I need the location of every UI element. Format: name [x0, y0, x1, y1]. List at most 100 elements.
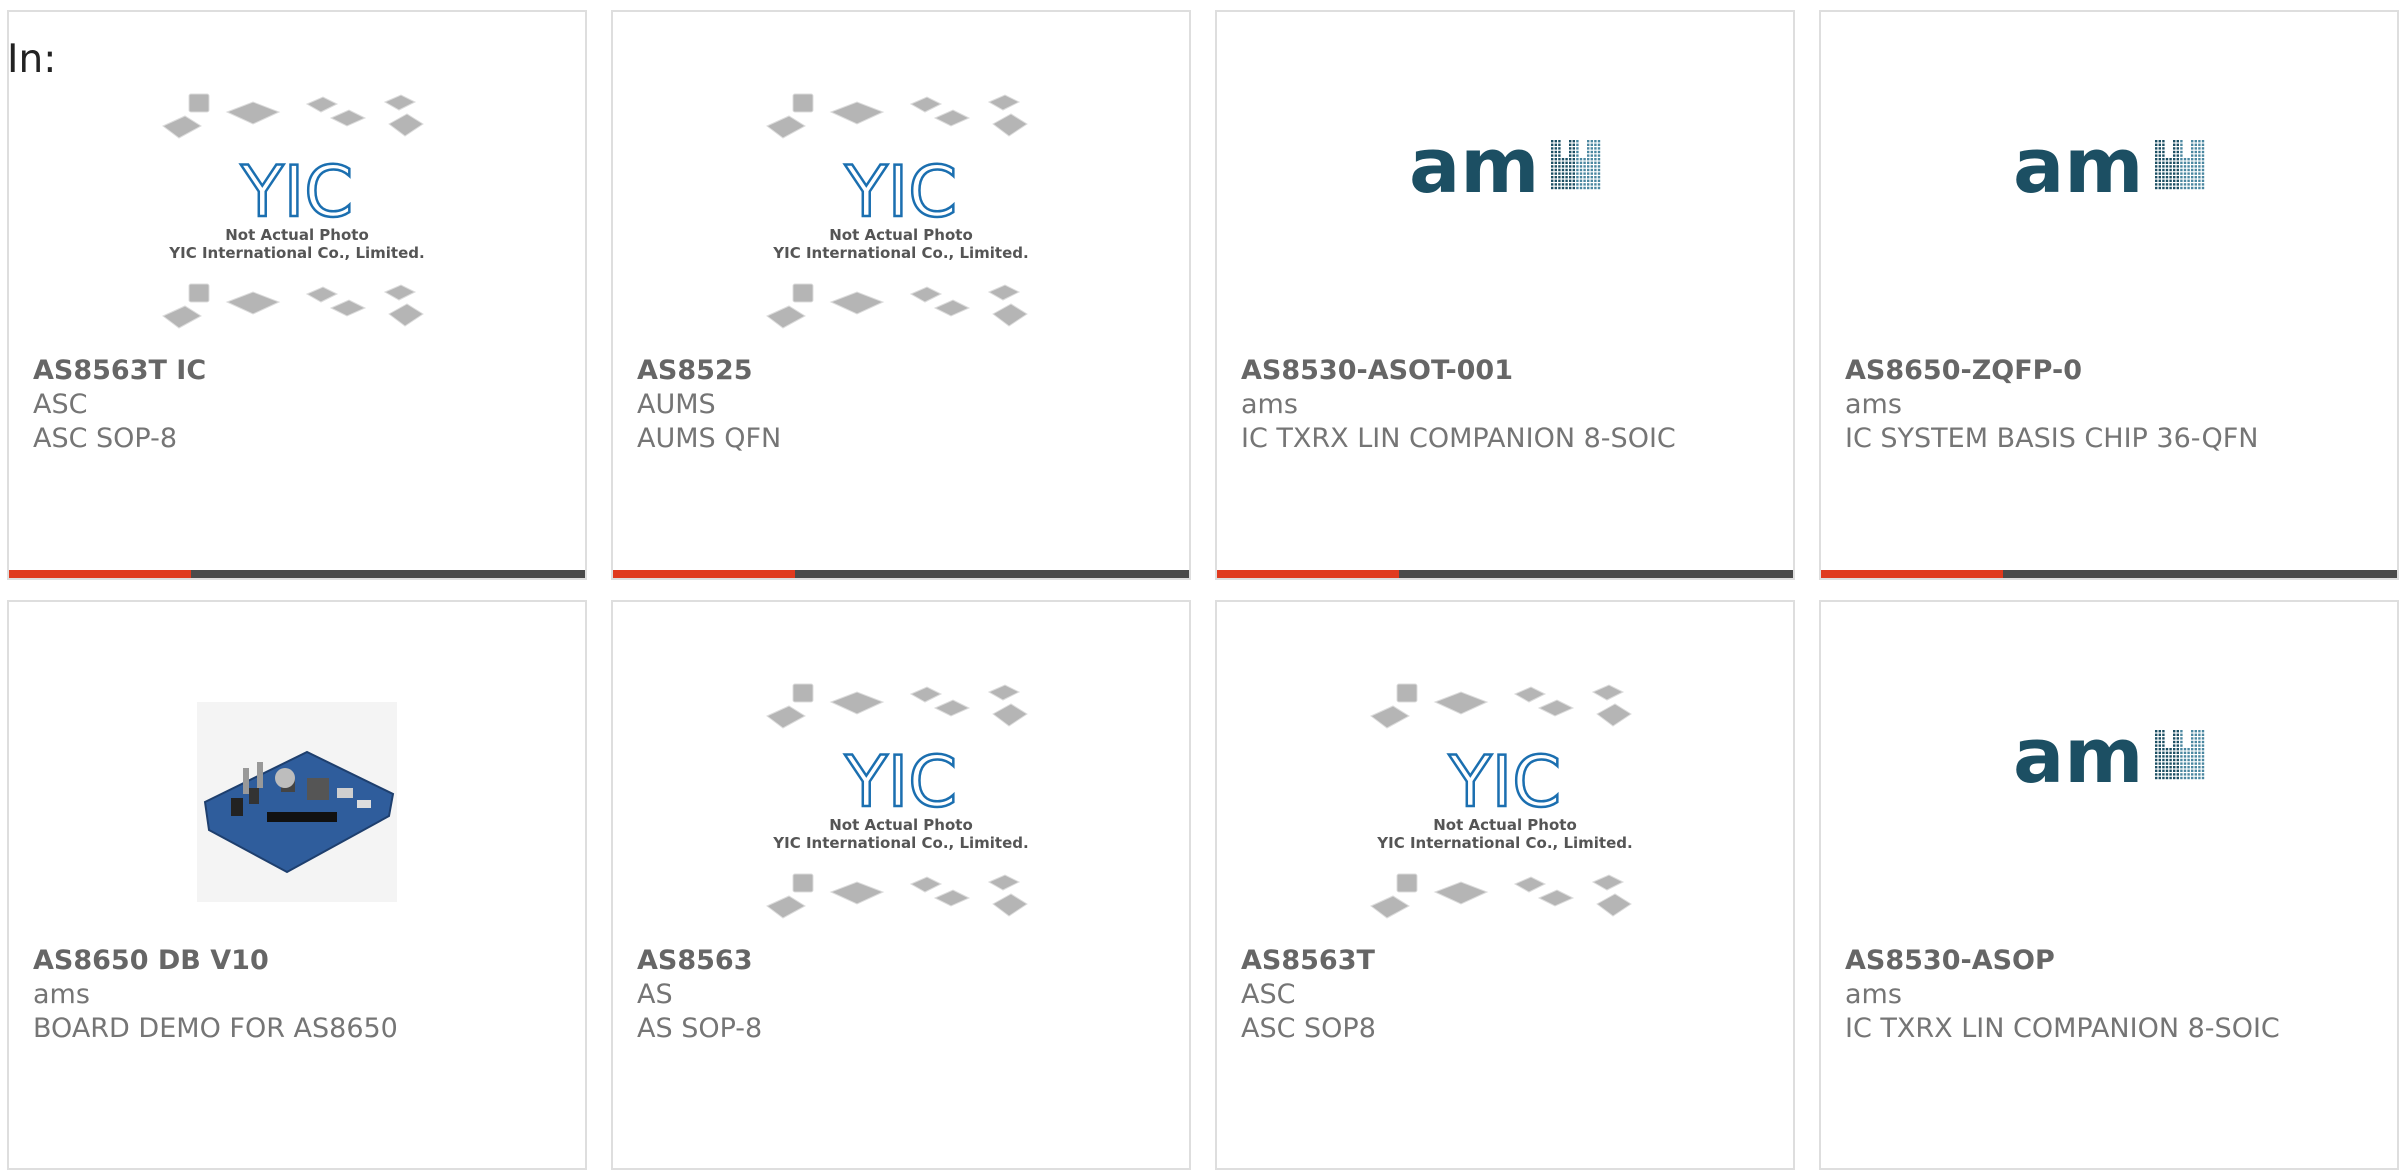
product-card[interactable]: am AS8650-ZQFP-0 ams IC SYSTEM BASIS CHI…: [1819, 10, 2399, 580]
chip-shape: [987, 94, 1021, 111]
chip-shape: [909, 876, 943, 893]
chip-shape: [225, 101, 281, 125]
ams-logo-text: am: [2013, 121, 2143, 210]
placeholder-line1: Not Actual Photo: [829, 816, 973, 834]
part-number[interactable]: AS8530-ASOP: [1845, 944, 2385, 978]
product-card[interactable]: am AS8530-ASOT-001 ams IC TXRX LIN COMPA…: [1215, 10, 1795, 580]
chip-shape: [992, 303, 1028, 327]
chip-shape: [1370, 705, 1410, 729]
card-footer-bar: [1217, 570, 1793, 578]
chip-shape: [987, 684, 1021, 701]
filter-label: In:: [7, 37, 57, 82]
chip-shape: [383, 94, 417, 111]
card-footer-bar: [9, 570, 585, 578]
yic-logo: YIC: [1448, 741, 1561, 823]
chip-shape: [992, 703, 1028, 727]
chip-shape: [1537, 889, 1575, 907]
chip-shape: [1591, 684, 1625, 701]
chip-shape: [1433, 691, 1489, 715]
product-image: YIC Not Actual Photo YIC International Co.…: [1217, 682, 1793, 952]
product-card[interactable]: AS8650 DB V10 ams BOARD DEMO FOR AS8650: [7, 600, 587, 1170]
product-meta: AS8530-ASOP ams IC TXRX LIN COMPANION 8-…: [1845, 944, 2385, 1046]
chip-shape: [792, 283, 814, 303]
chip-shape: [933, 299, 971, 317]
part-number[interactable]: AS8563T IC: [33, 354, 573, 388]
manufacturer: AUMS: [637, 389, 716, 420]
chip-shape: [1513, 686, 1547, 703]
placeholder-line2: YIC International Co., Limited.: [772, 244, 1028, 262]
chip-shape: [792, 93, 814, 113]
manufacturer: ams: [1845, 389, 1902, 420]
chip-shape: [792, 683, 814, 703]
chip-shape: [933, 889, 971, 907]
yic-logo: YIC: [844, 151, 957, 233]
demo-board-photo-icon: [197, 702, 397, 902]
chip-shape: [1591, 874, 1625, 891]
placeholder-line1: Not Actual Photo: [225, 226, 369, 244]
part-number[interactable]: AS8530-ASOT-001: [1241, 354, 1781, 388]
chip-shape: [162, 115, 202, 139]
chip-shape: [383, 284, 417, 301]
chip-shape: [909, 686, 943, 703]
chip-shape: [162, 305, 202, 329]
description: ASC SOP-8: [33, 423, 178, 454]
chip-shape: [1370, 895, 1410, 919]
ams-logo-icon: am: [2013, 121, 2205, 210]
description: IC TXRX LIN COMPANION 8-SOIC: [1845, 1013, 2280, 1044]
description: BOARD DEMO FOR AS8650: [33, 1013, 398, 1044]
part-number[interactable]: AS8563: [637, 944, 1177, 978]
chip-shape: [792, 873, 814, 893]
product-card[interactable]: YIC Not Actual Photo YIC International Co.…: [611, 600, 1191, 1170]
manufacturer: ams: [1241, 389, 1298, 420]
product-meta: AS8563T IC ASC ASC SOP-8: [33, 354, 573, 456]
description: IC TXRX LIN COMPANION 8-SOIC: [1241, 423, 1676, 454]
not-actual-photo-icon: YICNot Actual PhotoYIC International Co.…: [766, 93, 1029, 329]
description: AUMS QFN: [637, 423, 782, 454]
card-footer-bar: [613, 570, 1189, 578]
ams-logo-text: am: [1409, 121, 1539, 210]
placeholder-line2: YIC International Co., Limited.: [168, 244, 424, 262]
part-number[interactable]: AS8650 DB V10: [33, 944, 573, 978]
chip-shape: [766, 305, 806, 329]
chip-shape: [1537, 699, 1575, 717]
chip-shape: [992, 893, 1028, 917]
yic-logo: YIC: [240, 151, 353, 233]
card-footer-accent: [1821, 570, 2003, 578]
product-image: YIC Not Actual Photo YIC International Co.…: [613, 682, 1189, 952]
product-meta: AS8563 AS AS SOP-8: [637, 944, 1177, 1046]
chip-shape: [987, 874, 1021, 891]
product-image: am: [1821, 92, 2397, 362]
ams-logo-text: am: [2013, 711, 2143, 800]
product-card[interactable]: YIC Not Actual Photo YIC International Co.…: [1215, 600, 1795, 1170]
product-card[interactable]: YIC Not Actual Photo YIC International Co.…: [7, 10, 587, 580]
manufacturer: ams: [1845, 979, 1902, 1010]
product-card[interactable]: YIC Not Actual Photo YIC International Co.…: [611, 10, 1191, 580]
ams-logo-dots: [2155, 140, 2205, 190]
manufacturer: ams: [33, 979, 90, 1010]
chip-shape: [1513, 876, 1547, 893]
placeholder-line2: YIC International Co., Limited.: [772, 834, 1028, 852]
chip-shape: [305, 286, 339, 303]
chip-shape: [909, 286, 943, 303]
chip-shape: [766, 705, 806, 729]
part-number[interactable]: AS8525: [637, 354, 1177, 388]
chip-shape: [329, 299, 367, 317]
chip-shape: [305, 96, 339, 113]
chip-shape: [388, 113, 424, 137]
ams-logo-dots: [1551, 140, 1601, 190]
not-actual-photo-icon: YICNot Actual PhotoYIC International Co.…: [766, 683, 1029, 919]
manufacturer: ASC: [1241, 979, 1296, 1010]
description: AS SOP-8: [637, 1013, 763, 1044]
card-footer-accent: [613, 570, 795, 578]
product-card[interactable]: am AS8530-ASOP ams IC TXRX LIN COMPANION…: [1819, 600, 2399, 1170]
part-number[interactable]: AS8650-ZQFP-0: [1845, 354, 2385, 388]
yic-logo: YIC: [844, 741, 957, 823]
part-number[interactable]: AS8563T: [1241, 944, 1781, 978]
chip-shape: [987, 284, 1021, 301]
chip-shape: [388, 303, 424, 327]
manufacturer: ASC: [33, 389, 88, 420]
product-meta: AS8563T ASC ASC SOP8: [1241, 944, 1781, 1046]
product-image: am: [1217, 92, 1793, 362]
chip-shape: [933, 699, 971, 717]
chip-shape: [829, 691, 885, 715]
